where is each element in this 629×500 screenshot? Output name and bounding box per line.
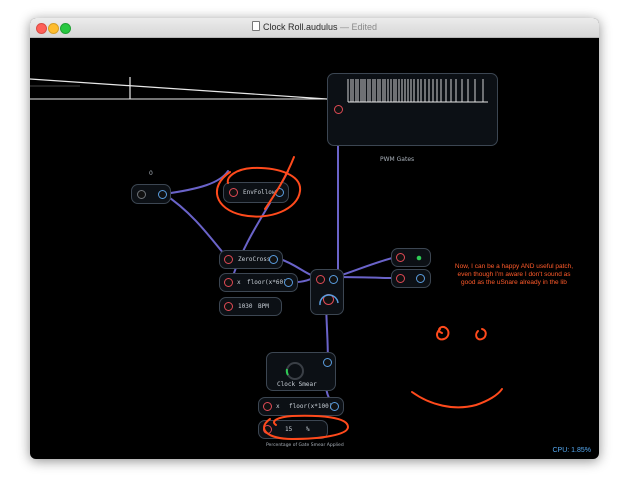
edited-indicator: — Edited bbox=[337, 22, 378, 32]
patch-canvas[interactable]: PWM Gates 0 EnvFollow ZeroCross x floor(… bbox=[30, 37, 599, 459]
annotation-line-2: even though I'm aware I don't sound as bbox=[457, 271, 571, 278]
annotation-circle-envfollow bbox=[216, 166, 302, 218]
annotation-note: Now, I can be a happy AND useful patch, … bbox=[438, 263, 590, 287]
app-window: Clock Roll.audulus — Edited PWM Gates 0 … bbox=[30, 18, 599, 459]
annotation-line-3: good as the uSnare already in the lib bbox=[461, 279, 567, 286]
annotation-eye-left bbox=[436, 325, 450, 341]
title-bar: Clock Roll.audulus — Edited bbox=[30, 18, 599, 38]
annotation-smile-mouth bbox=[411, 388, 503, 409]
window-title: Clock Roll.audulus — Edited bbox=[30, 21, 599, 32]
annotation-circle-percent bbox=[263, 414, 350, 441]
annotation-line-1: Now, I can be a happy AND useful patch, bbox=[454, 263, 574, 270]
annotation-eye-right bbox=[475, 328, 487, 341]
annotation-strike-envfollow bbox=[264, 156, 295, 210]
annotation-layer bbox=[216, 156, 503, 441]
document-icon bbox=[251, 21, 260, 31]
window-title-text: Clock Roll.audulus bbox=[262, 22, 338, 32]
cpu-usage-readout: CPU: 1.85% bbox=[552, 447, 591, 454]
